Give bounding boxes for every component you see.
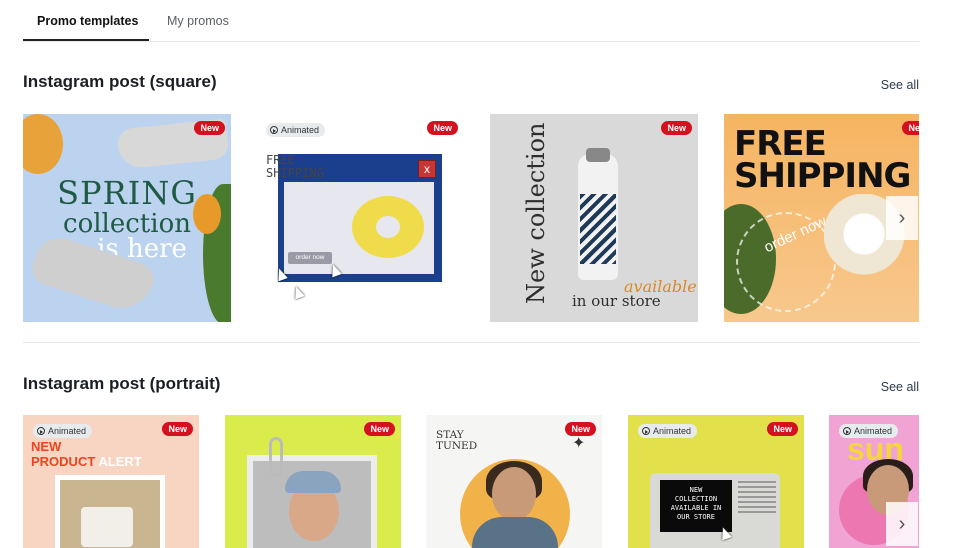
section-divider bbox=[23, 342, 919, 343]
animated-label: Animated bbox=[281, 125, 320, 135]
close-icon: x bbox=[418, 160, 436, 178]
new-badge: New bbox=[162, 422, 193, 436]
play-circle-icon bbox=[843, 427, 851, 435]
template-card-retro-computer[interactable]: Animated NEW COLLECTION AVAILABLE IN OUR… bbox=[628, 415, 804, 548]
animated-badge: Animated bbox=[33, 424, 93, 438]
section-title-square: Instagram post (square) bbox=[23, 72, 217, 91]
animated-label: Animated bbox=[653, 426, 692, 436]
new-badge: New bbox=[427, 121, 458, 135]
screen-text: AVAILABLE IN bbox=[670, 504, 722, 512]
card-heading: SPRING bbox=[57, 174, 197, 212]
card-heading-line: SHIPPING bbox=[266, 166, 324, 180]
template-card-new-product-alert[interactable]: Animated NEW PRODUCT ALERT New bbox=[23, 415, 199, 548]
template-card-stay-tuned[interactable]: STAY TUNED ✦ New bbox=[426, 415, 602, 548]
bottle-pattern bbox=[580, 194, 616, 264]
paperclip-icon bbox=[269, 437, 283, 477]
computer-screen: NEW COLLECTION AVAILABLE IN OUR STORE bbox=[660, 480, 732, 532]
card-heading-line: SHIPPING bbox=[734, 156, 911, 196]
next-arrow-portrait[interactable]: › bbox=[886, 502, 918, 546]
see-all-square-link[interactable]: See all bbox=[881, 78, 919, 92]
new-badge: New bbox=[767, 422, 798, 436]
model-photo bbox=[492, 467, 536, 521]
next-arrow-square[interactable]: › bbox=[886, 196, 918, 240]
section-title-portrait: Instagram post (portrait) bbox=[23, 374, 221, 393]
card-heading-line: TUNED bbox=[436, 440, 478, 452]
animated-badge: Animated bbox=[266, 123, 326, 137]
card-subheading: in our store bbox=[572, 292, 661, 310]
new-badge: New bbox=[661, 121, 692, 135]
sparkle-icon: ✦ bbox=[572, 435, 586, 452]
new-badge: New bbox=[364, 422, 395, 436]
cap-image bbox=[285, 471, 341, 493]
tab-my-promos[interactable]: My promos bbox=[167, 14, 229, 28]
screen-text: COLLECTION bbox=[674, 495, 718, 503]
cursor-icon bbox=[291, 284, 305, 300]
screen-text: OUR STORE bbox=[677, 513, 715, 521]
bottle-cap bbox=[586, 148, 610, 162]
leaf-decoration bbox=[23, 114, 63, 174]
card-heading-line: PRODUCT ALERT bbox=[31, 454, 142, 469]
computer-vent bbox=[738, 481, 776, 515]
model-shirt bbox=[472, 517, 558, 548]
play-circle-icon bbox=[270, 126, 278, 134]
animated-badge: Animated bbox=[839, 424, 899, 438]
template-card-new-collection[interactable]: New collection available in our store Ne… bbox=[490, 114, 698, 322]
card-heading: FREE SHIPPING bbox=[266, 154, 324, 180]
chevron-right-icon: › bbox=[898, 512, 906, 535]
tab-bar: Promo templates My promos bbox=[23, 0, 919, 42]
template-card-cap-photo[interactable]: New bbox=[225, 415, 401, 548]
animated-label: Animated bbox=[854, 426, 893, 436]
active-tab-indicator bbox=[23, 39, 149, 41]
card-heading: FREE SHIPPING bbox=[734, 127, 911, 196]
animated-label: Animated bbox=[48, 426, 87, 436]
template-card-spring[interactable]: SPRING collection is here New bbox=[23, 114, 231, 322]
card-heading: NEW PRODUCT ALERT bbox=[31, 439, 142, 469]
new-badge: New bbox=[902, 121, 919, 135]
card-heading: New collection bbox=[522, 122, 550, 305]
template-card-free-shipping-window[interactable]: Animated x FREE SHIPPING order now New bbox=[256, 114, 464, 322]
card-heading-word: ALERT bbox=[98, 454, 142, 469]
new-badge: New bbox=[194, 121, 225, 135]
see-all-portrait-link[interactable]: See all bbox=[881, 380, 919, 394]
card-heading: STAY TUNED bbox=[436, 430, 477, 452]
scrunchie-image bbox=[352, 196, 424, 258]
chevron-right-icon: › bbox=[898, 206, 906, 229]
screen-text: NEW bbox=[689, 486, 703, 494]
play-circle-icon bbox=[642, 427, 650, 435]
new-badge: New bbox=[565, 422, 596, 436]
play-circle-icon bbox=[37, 427, 45, 435]
card-heading-word: PRODUCT bbox=[31, 454, 96, 469]
animated-badge: Animated bbox=[638, 424, 698, 438]
card-heading-line: NEW bbox=[31, 439, 62, 454]
tab-promo-templates[interactable]: Promo templates bbox=[37, 14, 138, 28]
mug-image bbox=[81, 507, 133, 547]
order-now-graphic: order now bbox=[288, 252, 332, 264]
